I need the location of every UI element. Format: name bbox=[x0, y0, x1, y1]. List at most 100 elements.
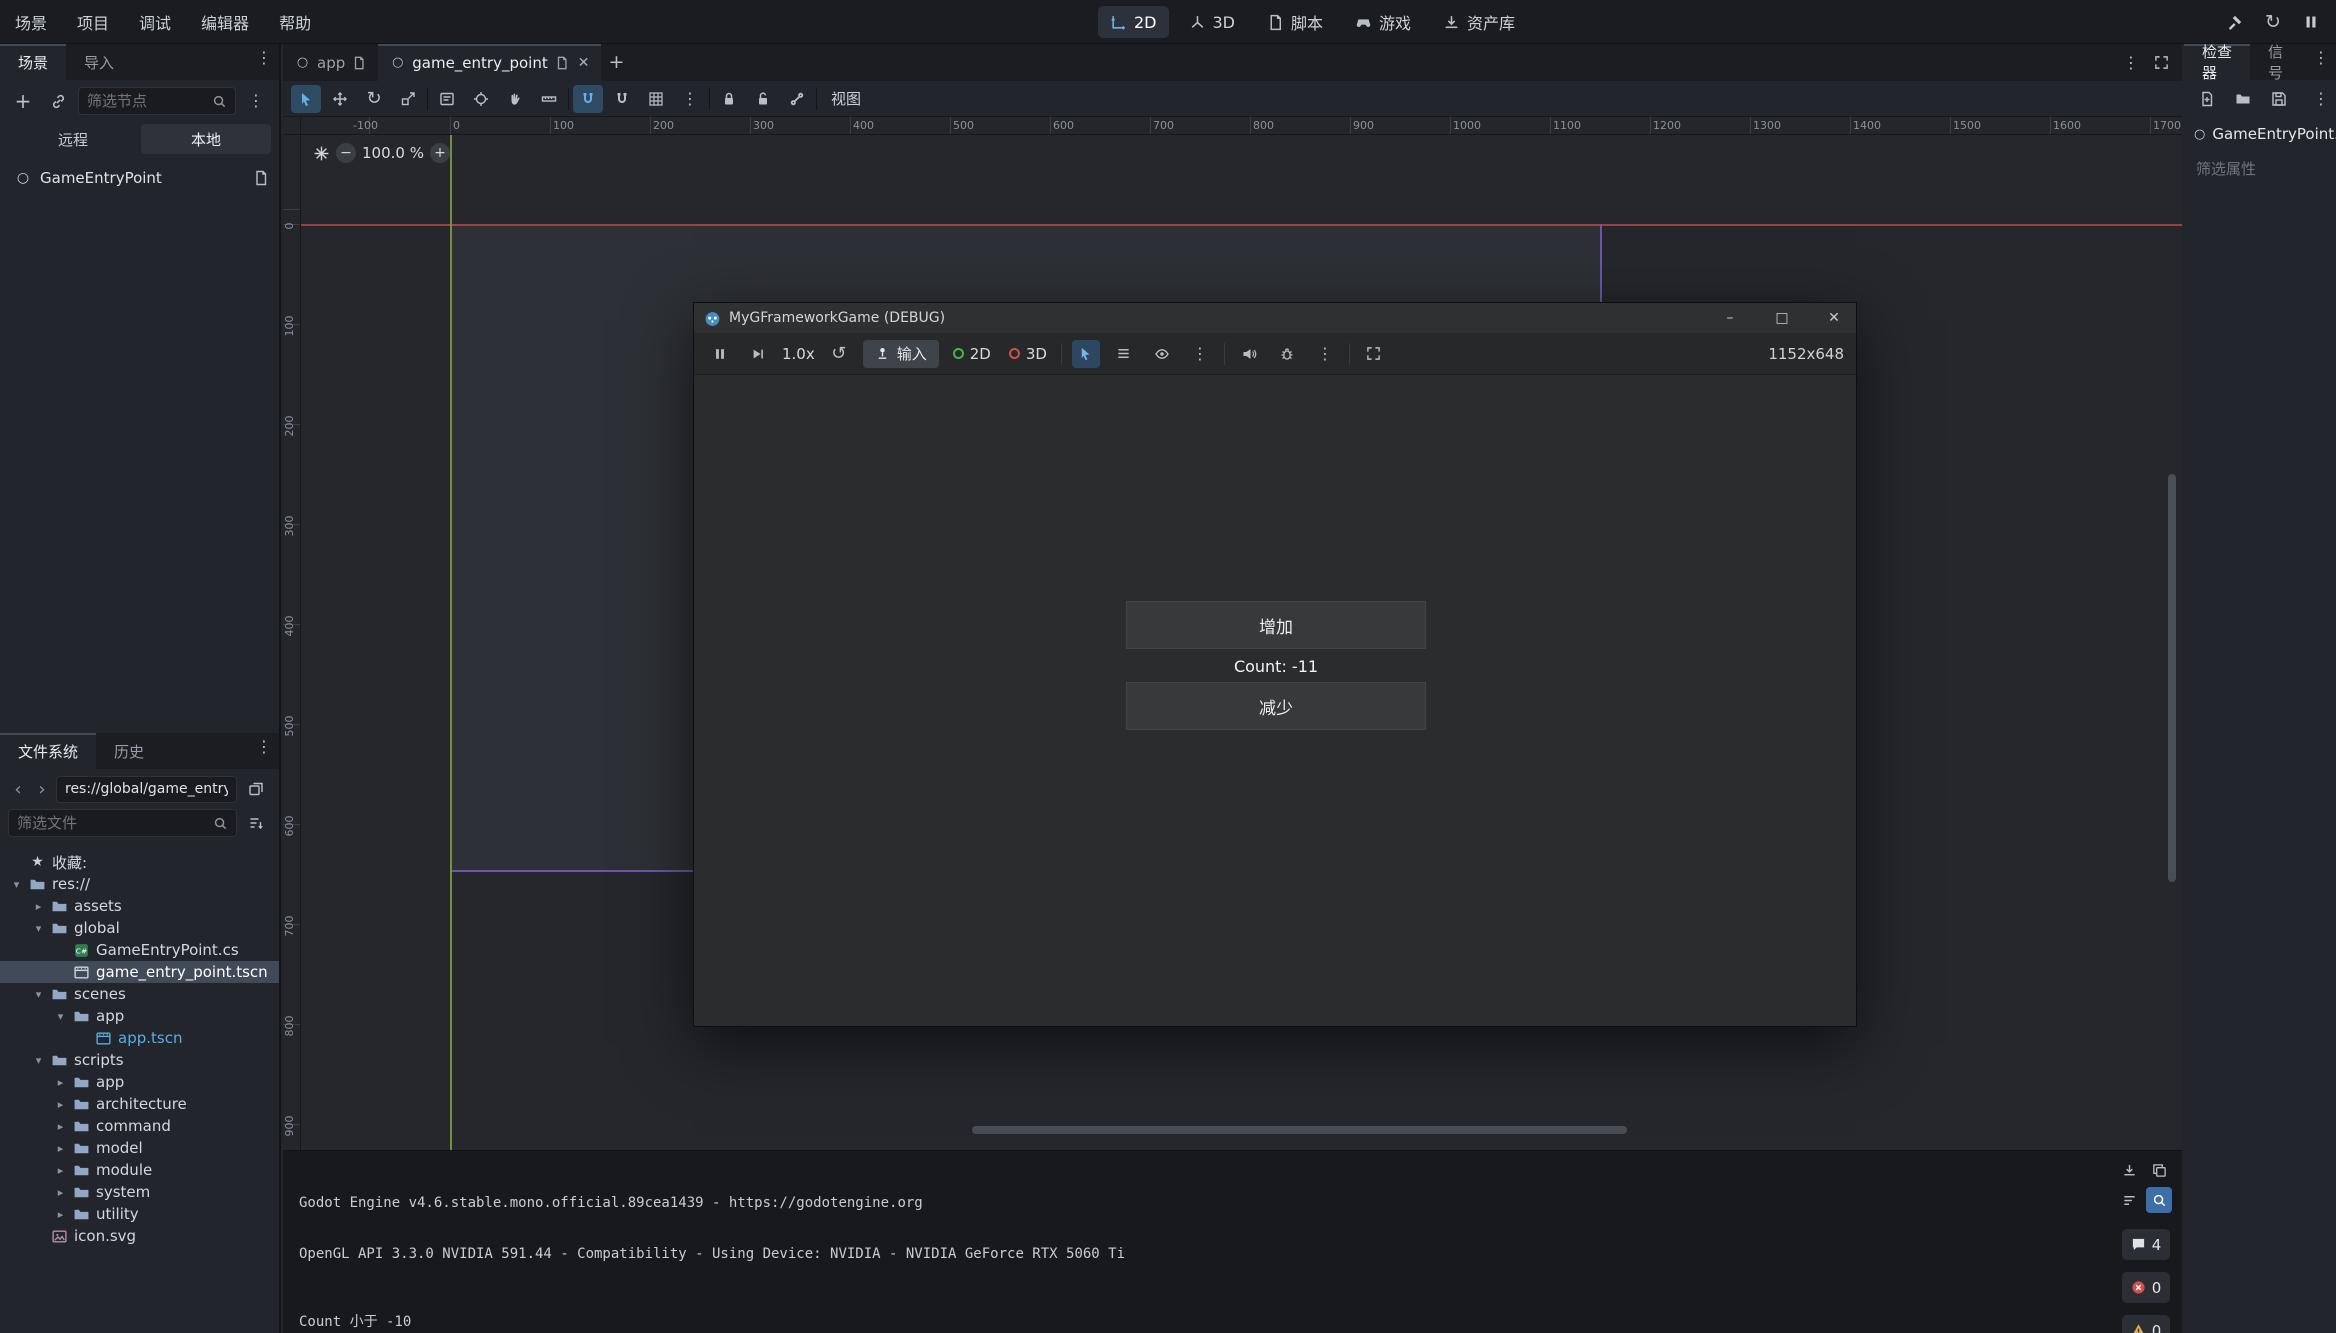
pan-tool-button[interactable] bbox=[500, 85, 530, 113]
warnings-badge[interactable]: 0 bbox=[2122, 1315, 2170, 1333]
workspace-3d-button[interactable]: 3D bbox=[1177, 6, 1248, 38]
chevron-down-icon[interactable]: ▾ bbox=[32, 922, 45, 935]
scene-tree-root-node[interactable]: ○ GameEntryPoint bbox=[0, 162, 279, 194]
zoom-level[interactable]: 100.0 % bbox=[362, 144, 424, 162]
unlock-button[interactable] bbox=[748, 85, 778, 113]
list-mode-button[interactable] bbox=[1110, 340, 1138, 368]
suspend-button[interactable] bbox=[706, 340, 734, 368]
camera-override-2d-button[interactable]: 2D bbox=[949, 345, 995, 363]
scene-filter-input[interactable] bbox=[87, 92, 206, 110]
fs-item-scripts[interactable]: ▾ scripts bbox=[0, 1049, 279, 1071]
chevron-down-icon[interactable]: ▾ bbox=[54, 1010, 67, 1023]
menu-scene[interactable]: 场景 bbox=[0, 0, 62, 44]
maximize-button[interactable]: □ bbox=[1760, 303, 1804, 333]
instance-scene-button[interactable] bbox=[43, 87, 73, 115]
embed-fullscreen-button[interactable] bbox=[1360, 340, 1388, 368]
mute-audio-button[interactable] bbox=[1235, 340, 1263, 368]
menu-project[interactable]: 项目 bbox=[62, 0, 124, 44]
fs-item-gameentrypoint-cs[interactable]: C# GameEntryPoint.cs bbox=[0, 939, 279, 961]
view-menu-button[interactable]: 视图 bbox=[821, 88, 871, 109]
fs-item-game-entry-point-tscn[interactable]: game_entry_point.tscn bbox=[0, 961, 279, 983]
new-scene-tab-button[interactable]: + bbox=[601, 49, 631, 77]
open-script-icon[interactable] bbox=[253, 170, 269, 186]
local-button[interactable]: 本地 bbox=[141, 124, 271, 154]
resource-options-button[interactable]: ⋮ bbox=[2306, 85, 2336, 113]
game-window-titlebar[interactable]: MyGFrameworkGame (DEBUG) – □ ✕ bbox=[694, 303, 1856, 333]
new-resource-button[interactable] bbox=[2192, 85, 2222, 113]
restart-button[interactable]: ↻ bbox=[2258, 8, 2288, 36]
fs-item-res[interactable]: ▾ res:// bbox=[0, 873, 279, 895]
close-tab-icon[interactable]: ✕ bbox=[578, 55, 590, 71]
snap-options-button[interactable]: ⋮ bbox=[675, 85, 705, 113]
add-node-button[interactable]: + bbox=[8, 87, 38, 115]
fs-item-app-folder[interactable]: ▾ app bbox=[0, 1005, 279, 1027]
workspace-script-button[interactable]: 脚本 bbox=[1255, 6, 1335, 38]
scroll-to-bottom-button[interactable] bbox=[2116, 1157, 2142, 1183]
zoom-out-button[interactable]: − bbox=[336, 143, 356, 163]
nav-forward-button[interactable]: › bbox=[32, 776, 52, 802]
save-resource-button[interactable] bbox=[2264, 85, 2294, 113]
fs-item-icon-svg[interactable]: icon.svg bbox=[0, 1225, 279, 1247]
camera-override-3d-button[interactable]: 3D bbox=[1005, 345, 1051, 363]
fs-item-module[interactable]: ▸ module bbox=[0, 1159, 279, 1181]
vertical-scrollbar[interactable] bbox=[2168, 474, 2176, 882]
chevron-down-icon[interactable]: ▾ bbox=[32, 1054, 45, 1067]
tab-history[interactable]: 历史 bbox=[96, 733, 162, 769]
rotate-tool-button[interactable]: ↻ bbox=[359, 85, 389, 113]
reset-speed-button[interactable]: ↺ bbox=[825, 340, 853, 368]
grid-snap-button[interactable] bbox=[607, 85, 637, 113]
zoom-in-button[interactable]: + bbox=[430, 143, 450, 163]
scene-dock-menu-button[interactable]: ⋮ bbox=[249, 44, 279, 72]
pause-button[interactable] bbox=[2296, 8, 2326, 36]
chevron-right-icon[interactable]: ▸ bbox=[54, 1076, 67, 1089]
tab-signals[interactable]: 信号 bbox=[2250, 44, 2306, 80]
workspace-game-button[interactable]: 游戏 bbox=[1343, 6, 1423, 38]
minimize-button[interactable]: – bbox=[1708, 303, 1752, 333]
scene-tabs-menu-button[interactable]: ⋮ bbox=[2116, 49, 2146, 77]
chevron-right-icon[interactable]: ▸ bbox=[54, 1208, 67, 1221]
chevron-right-icon[interactable]: ▸ bbox=[54, 1098, 67, 1111]
split-mode-button[interactable] bbox=[241, 775, 271, 803]
build-button[interactable] bbox=[2220, 8, 2250, 36]
horizontal-scrollbar[interactable] bbox=[972, 1126, 1627, 1134]
smart-snap-button[interactable] bbox=[573, 85, 603, 113]
fs-item-model[interactable]: ▸ model bbox=[0, 1137, 279, 1159]
more-options-button[interactable]: ⋮ bbox=[1311, 340, 1339, 368]
chevron-down-icon[interactable]: ▾ bbox=[32, 988, 45, 1001]
nav-back-button[interactable]: ‹ bbox=[8, 776, 28, 802]
filesystem-dock-menu-button[interactable]: ⋮ bbox=[249, 733, 279, 761]
select-tool-button[interactable] bbox=[291, 85, 321, 113]
fs-item-assets[interactable]: ▸ assets bbox=[0, 895, 279, 917]
skeleton-options-button[interactable] bbox=[782, 85, 812, 113]
scene-tab-game-entry-point[interactable]: ○ game_entry_point ✕ bbox=[378, 44, 601, 81]
move-tool-button[interactable] bbox=[325, 85, 355, 113]
fs-item-favorites[interactable]: ★ 收藏: bbox=[0, 851, 279, 873]
chevron-right-icon[interactable]: ▸ bbox=[54, 1142, 67, 1155]
menu-debug[interactable]: 调试 bbox=[124, 0, 186, 44]
errors-badge[interactable]: 0 bbox=[2122, 1272, 2170, 1303]
tab-scene[interactable]: 场景 bbox=[0, 44, 66, 80]
fs-item-architecture[interactable]: ▸ architecture bbox=[0, 1093, 279, 1115]
workspace-assetlib-button[interactable]: 资产库 bbox=[1431, 6, 1527, 38]
path-input[interactable] bbox=[65, 781, 228, 797]
fs-item-utility[interactable]: ▸ utility bbox=[0, 1203, 279, 1225]
fs-item-command[interactable]: ▸ command bbox=[0, 1115, 279, 1137]
center-view-icon[interactable] bbox=[313, 145, 330, 162]
menu-editor[interactable]: 编辑器 bbox=[186, 0, 264, 44]
tab-import[interactable]: 导入 bbox=[66, 44, 132, 80]
pivot-tool-button[interactable] bbox=[466, 85, 496, 113]
chevron-down-icon[interactable]: ▾ bbox=[10, 878, 23, 891]
fs-item-global[interactable]: ▾ global bbox=[0, 917, 279, 939]
tab-inspector[interactable]: 检查器 bbox=[2184, 44, 2250, 80]
increase-button[interactable]: 增加 bbox=[1126, 601, 1426, 649]
select-mode-button[interactable] bbox=[1072, 340, 1100, 368]
copy-output-button[interactable] bbox=[2146, 1157, 2172, 1183]
close-button[interactable]: ✕ bbox=[1812, 303, 1856, 333]
debug-menu-button[interactable] bbox=[1273, 340, 1301, 368]
menu-help[interactable]: 帮助 bbox=[264, 0, 326, 44]
chevron-right-icon[interactable]: ▸ bbox=[54, 1164, 67, 1177]
game-viewport[interactable]: 增加 Count: -11 减少 bbox=[694, 375, 1856, 1026]
decrease-button[interactable]: 减少 bbox=[1126, 682, 1426, 730]
file-filter-input[interactable] bbox=[17, 814, 207, 832]
ruler-tool-button[interactable] bbox=[534, 85, 564, 113]
